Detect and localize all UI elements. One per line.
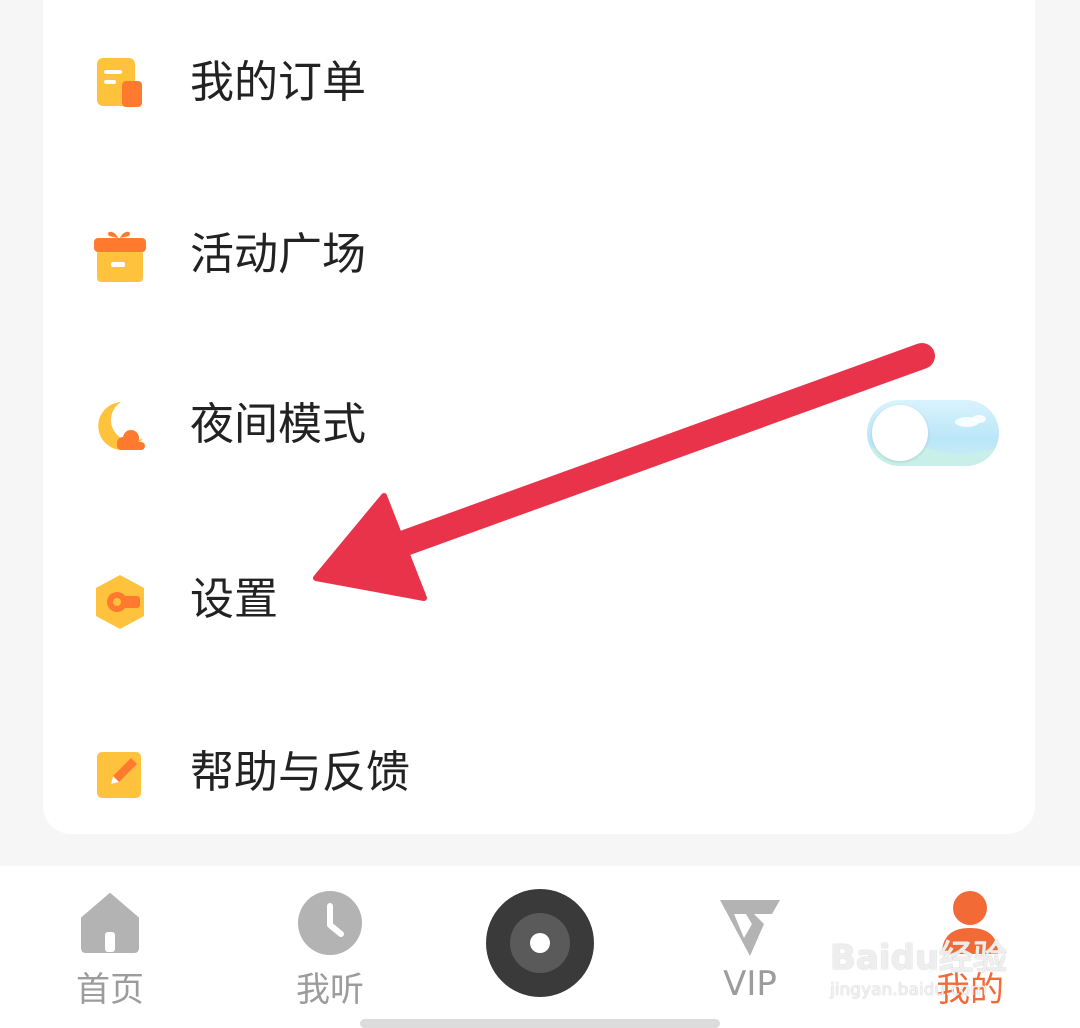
tab-label: 我的 <box>936 970 1004 1010</box>
menu-item-label: 夜间模式 <box>190 399 366 450</box>
person-icon <box>940 890 1000 960</box>
toggle-knob <box>872 405 928 461</box>
menu-item-settings[interactable]: 设置 <box>43 545 1035 655</box>
menu-item-label: 帮助与反馈 <box>190 747 410 798</box>
vip-icon <box>718 896 782 964</box>
order-icon <box>91 56 149 114</box>
menu-item-activities[interactable]: 活动广场 <box>43 200 1035 310</box>
home-indicator <box>360 1019 720 1028</box>
tab-vip[interactable]: VIP <box>680 866 820 1028</box>
moon-cloud-icon <box>91 398 149 456</box>
home-icon <box>80 892 140 958</box>
edit-icon <box>91 746 149 804</box>
night-mode-toggle[interactable] <box>867 400 999 466</box>
disc-player-icon <box>485 888 595 1002</box>
gift-icon <box>91 228 149 286</box>
menu-item-night-mode[interactable]: 夜间模式 <box>43 370 1035 480</box>
tab-label: VIP <box>723 964 777 1004</box>
bottom-nav: 首页 我听 VIP 我的 <box>0 866 1080 1028</box>
tab-label: 我听 <box>296 970 364 1010</box>
clock-icon <box>297 890 363 960</box>
tab-label: 首页 <box>76 970 144 1010</box>
tab-home[interactable]: 首页 <box>40 866 180 1028</box>
menu-item-label: 我的订单 <box>190 57 366 108</box>
tab-listen[interactable]: 我听 <box>260 866 400 1028</box>
menu-card: 我的订单 活动广场 夜间模式 设置 帮助与反馈 <box>43 0 1035 834</box>
menu-item-label: 设置 <box>190 574 278 625</box>
settings-icon <box>91 573 149 631</box>
menu-item-label: 活动广场 <box>190 229 366 280</box>
menu-item-help-feedback[interactable]: 帮助与反馈 <box>43 718 1035 828</box>
disc-player-button[interactable] <box>480 866 600 1028</box>
menu-item-orders[interactable]: 我的订单 <box>43 28 1035 138</box>
tab-mine[interactable]: 我的 <box>900 866 1040 1028</box>
